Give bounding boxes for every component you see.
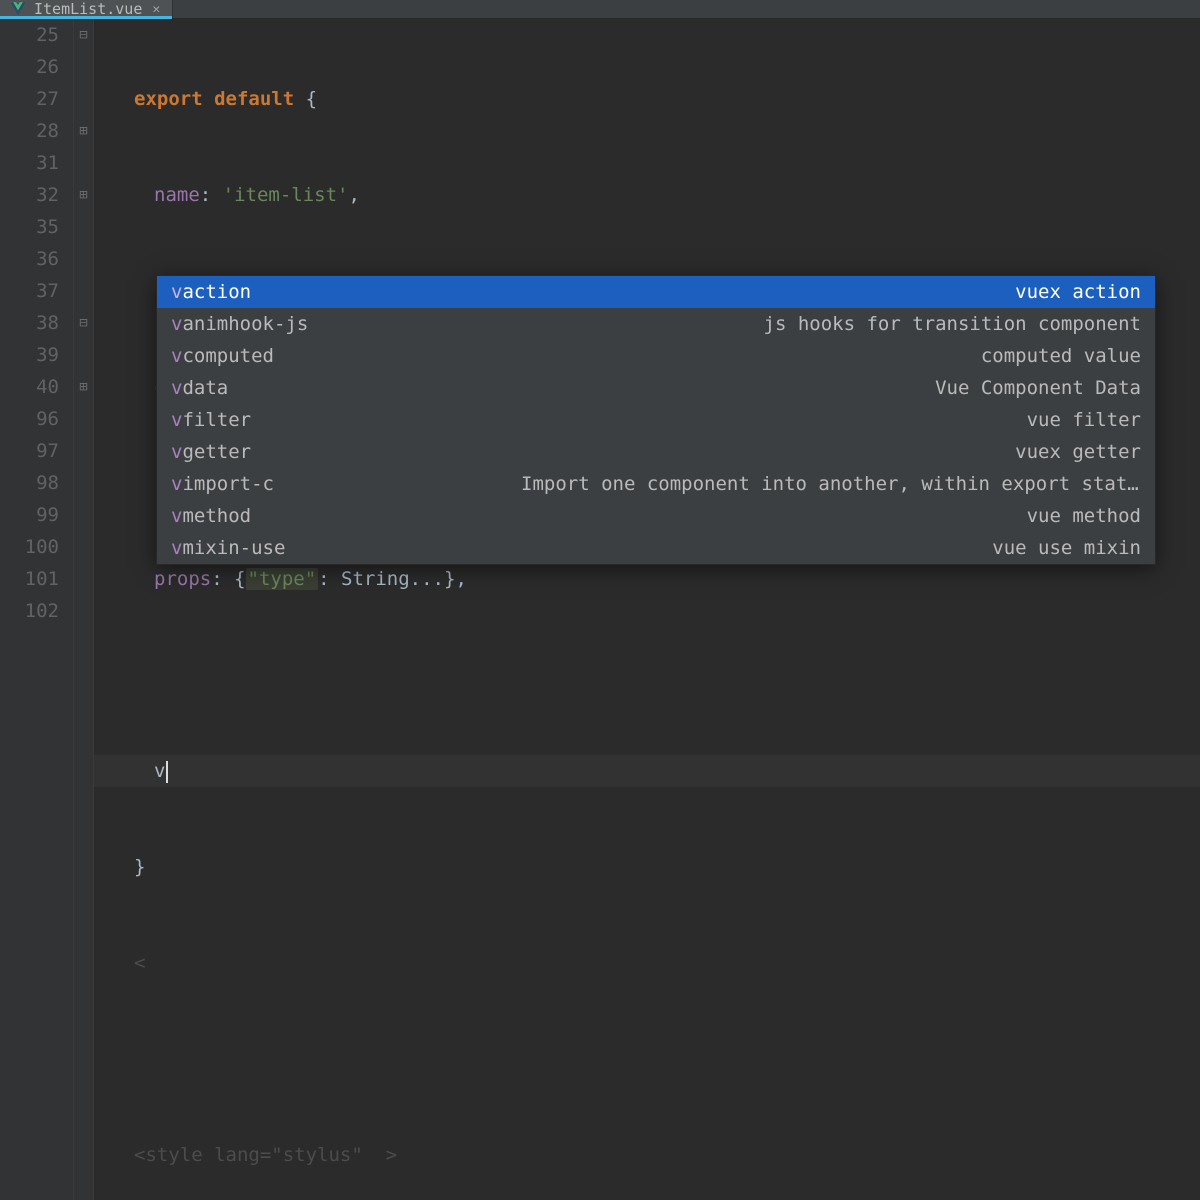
close-icon[interactable]: ✕ [152,2,160,17]
autocomplete-item[interactable]: vmixin-use vue use mixin [157,532,1155,564]
autocomplete-item-label: vfilter [171,404,251,436]
line-number: 37 [0,275,59,307]
line-number: 40 [0,371,59,403]
editor[interactable]: 25 26 27 28 31 32 35 36 37 38 39 40 96 9… [0,19,1200,1200]
autocomplete-item-label: vimport-c [171,468,274,500]
autocomplete-item[interactable]: vdata Vue Component Data [157,372,1155,404]
caret [166,761,168,783]
fold-icon[interactable]: ⊞ [74,179,93,211]
autocomplete-item[interactable]: vcomputed computed value [157,340,1155,372]
line-number: 27 [0,83,59,115]
autocomplete-popup[interactable]: vaction vuex action vanimhook-js js hooks f… [156,275,1156,565]
code-line: name: 'item-list', [94,179,1200,211]
autocomplete-item-desc: Import one component into another, withi… [521,468,1141,500]
autocomplete-item-desc: vue use mixin [992,532,1141,564]
autocomplete-item[interactable]: vfilter vue filter [157,404,1155,436]
code-line [94,659,1200,691]
tab-bar: ItemList.vue ✕ [0,0,1200,19]
line-number: 25 [0,19,59,51]
line-number: 96 [0,403,59,435]
line-number: 39 [0,339,59,371]
autocomplete-item-label: vaction [171,276,251,308]
code-line-current: v [94,755,1200,787]
code-area[interactable]: export default { name: 'item-list', comp… [94,19,1200,1200]
autocomplete-item[interactable]: vanimhook-js js hooks for transition comp… [157,308,1155,340]
tab-itemlist[interactable]: ItemList.vue ✕ [0,0,173,18]
vue-file-icon [10,1,26,17]
autocomplete-item-label: vcomputed [171,340,274,372]
fold-icon[interactable]: ⊟ [74,19,93,51]
autocomplete-item[interactable]: vimport-c Import one component into anoth… [157,468,1155,500]
tab-label: ItemList.vue [34,0,142,18]
autocomplete-item-desc: js hooks for transition component [764,308,1142,340]
fold-icon[interactable]: ⊞ [74,115,93,147]
autocomplete-item-desc: vuex action [1015,276,1141,308]
autocomplete-item-label: vmethod [171,500,251,532]
line-number: 99 [0,499,59,531]
line-number: 38 [0,307,59,339]
line-number: 28 [0,115,59,147]
line-number: 98 [0,467,59,499]
autocomplete-item-desc: vuex getter [1015,436,1141,468]
code-line [94,1043,1200,1075]
autocomplete-item-label: vanimhook-js [171,308,308,340]
line-number: 100 [0,531,59,563]
autocomplete-item[interactable]: vgetter vuex getter [157,436,1155,468]
line-number: 32 [0,179,59,211]
autocomplete-item-label: vdata [171,372,228,404]
autocomplete-item-label: vmixin-use [171,532,285,564]
autocomplete-item-label: vgetter [171,436,251,468]
line-number-gutter: 25 26 27 28 31 32 35 36 37 38 39 40 96 9… [0,19,74,1200]
line-number: 31 [0,147,59,179]
autocomplete-item-desc: vue filter [1027,404,1141,436]
autocomplete-item-desc: vue method [1027,500,1141,532]
autocomplete-item[interactable]: vaction vuex action [157,276,1155,308]
code-line: props: {"type": String...}, [94,563,1200,595]
code-line: <style lang="stylus" > [94,1139,1200,1171]
code-line: < [94,947,1200,979]
fold-icon[interactable]: ⊟ [74,307,93,339]
line-number: 36 [0,243,59,275]
line-number: 35 [0,211,59,243]
line-number: 101 [0,563,59,595]
fold-gutter: ⊟ ⊞ ⊞ ⊟ ⊞ [74,19,94,1200]
fold-icon[interactable]: ⊞ [74,371,93,403]
line-number: 97 [0,435,59,467]
autocomplete-item-desc: Vue Component Data [935,372,1141,404]
line-number: 26 [0,51,59,83]
autocomplete-item-desc: computed value [981,340,1141,372]
code-line: export default { [94,83,1200,115]
autocomplete-item[interactable]: vmethod vue method [157,500,1155,532]
code-line: } [94,851,1200,883]
